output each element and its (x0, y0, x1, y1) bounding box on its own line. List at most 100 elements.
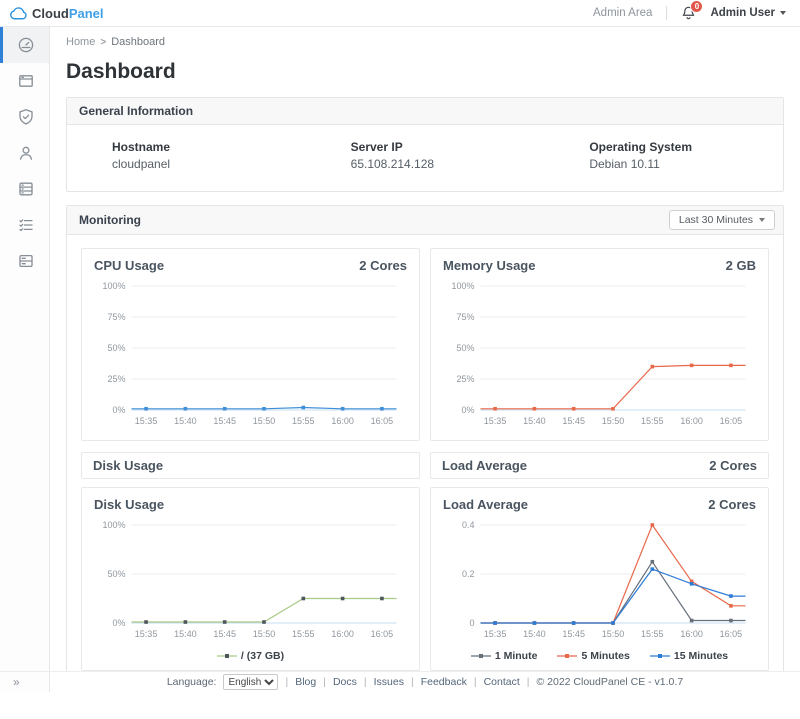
brand-logo[interactable]: CloudPanel (10, 6, 104, 21)
time-range-dropdown[interactable]: Last 30 Minutes (669, 210, 775, 230)
svg-text:15:40: 15:40 (523, 629, 546, 639)
svg-text:15:35: 15:35 (135, 416, 158, 426)
legend-label: 15 Minutes (674, 650, 728, 662)
brand-panel-text: Panel (69, 6, 104, 21)
user-icon (17, 144, 35, 162)
memory-size-label: 2 GB (726, 258, 756, 273)
legend-entry[interactable]: 5 Minutes (557, 650, 629, 662)
svg-text:0%: 0% (112, 405, 125, 415)
hostname-label: Hostname (112, 140, 306, 154)
chevron-down-icon (759, 218, 765, 222)
memory-chart-title: Memory Usage (443, 258, 535, 273)
user-menu-button[interactable]: Admin User (710, 7, 786, 19)
footer-separator: | (527, 676, 530, 688)
app-footer: Language: English | Blog | Docs | Issues | Feed… (50, 671, 800, 692)
sidebar-item-sites[interactable] (0, 63, 49, 99)
sidebar-collapse-button[interactable]: » (0, 671, 49, 692)
monitoring-card: Monitoring Last 30 Minutes CPU Usage 2 C… (66, 205, 784, 686)
load-average-card-header: Load Average 2 Cores (430, 452, 769, 479)
footer-link-blog[interactable]: Blog (295, 676, 316, 688)
svg-text:15:45: 15:45 (562, 629, 585, 639)
os-field: Operating System Debian 10.11 (544, 140, 783, 171)
footer-link-issues[interactable]: Issues (374, 676, 404, 688)
gauge-icon (17, 36, 35, 54)
legend-entry[interactable]: / (37 GB) (217, 650, 284, 662)
svg-text:15:55: 15:55 (641, 629, 664, 639)
disk-chart-legend: / (37 GB) (92, 650, 409, 662)
footer-separator: | (474, 676, 477, 688)
svg-text:15:35: 15:35 (484, 629, 507, 639)
load-average-line-chart: 00.20.415:3515:4015:4515:5015:5516:0016:… (441, 517, 758, 642)
disk-outer-title: Disk Usage (93, 458, 163, 473)
legend-label: / (37 GB) (241, 650, 284, 662)
svg-text:15:35: 15:35 (484, 416, 507, 426)
svg-text:16:00: 16:00 (680, 629, 703, 639)
legend-marker-icon (557, 652, 577, 660)
svg-text:0: 0 (469, 618, 474, 628)
svg-text:15:35: 15:35 (135, 629, 158, 639)
footer-links: |Blog|Docs|Issues|Feedback|Contact|© 202… (285, 676, 683, 688)
svg-text:15:40: 15:40 (174, 416, 197, 426)
svg-text:25%: 25% (107, 374, 125, 384)
legend-entry[interactable]: 15 Minutes (650, 650, 728, 662)
user-menu-label: Admin User (710, 7, 775, 19)
legend-marker-icon (650, 652, 670, 660)
cloud-logo-icon (10, 7, 27, 20)
time-range-label: Last 30 Minutes (679, 214, 753, 226)
svg-text:16:00: 16:00 (331, 629, 354, 639)
chevron-down-icon (780, 11, 786, 15)
footer-link-contact[interactable]: Contact (484, 676, 520, 688)
svg-text:100%: 100% (451, 281, 474, 291)
sidebar-item-dashboard[interactable] (0, 27, 49, 63)
window-icon (17, 72, 35, 90)
sidebar: » (0, 27, 50, 692)
load-average-chart-panel: Load Average 2 Cores 00.20.415:3515:4015… (430, 487, 769, 671)
os-value: Debian 10.11 (589, 157, 783, 171)
breadcrumb: Home > Dashboard (66, 36, 784, 48)
sidebar-item-server[interactable] (0, 243, 49, 279)
svg-text:0.4: 0.4 (462, 520, 475, 530)
sidebar-item-users[interactable] (0, 135, 49, 171)
legend-label: 1 Minute (495, 650, 538, 662)
svg-text:50%: 50% (107, 569, 125, 579)
svg-text:75%: 75% (107, 312, 125, 322)
footer-link-feedback[interactable]: Feedback (421, 676, 467, 688)
breadcrumb-home-link[interactable]: Home (66, 36, 95, 48)
os-label: Operating System (589, 140, 783, 154)
disk-usage-line-chart: 0%50%100%15:3515:4015:4515:5015:5516:001… (92, 517, 409, 642)
load-cores-label: 2 Cores (708, 497, 756, 512)
language-select[interactable]: English (223, 674, 278, 690)
sidebar-item-services[interactable] (0, 207, 49, 243)
main-content: Home > Dashboard Dashboard General Infor… (50, 27, 800, 686)
svg-text:100%: 100% (102, 520, 125, 530)
svg-text:50%: 50% (107, 343, 125, 353)
cpu-usage-line-chart: 0%25%50%75%100%15:3515:4015:4515:5015:55… (92, 278, 409, 429)
brand-cloud-text: Cloud (32, 6, 69, 21)
server-ip-value: 65.108.214.128 (351, 157, 545, 171)
disk-chart-title: Disk Usage (94, 497, 164, 512)
sidebar-item-databases[interactable] (0, 171, 49, 207)
svg-text:0%: 0% (461, 405, 474, 415)
svg-text:100%: 100% (102, 281, 125, 291)
legend-entry[interactable]: 1 Minute (471, 650, 538, 662)
disk-usage-chart-panel: Disk Usage 0%50%100%15:3515:4015:4515:50… (81, 487, 420, 671)
sidebar-item-security[interactable] (0, 99, 49, 135)
svg-text:15:45: 15:45 (213, 629, 236, 639)
legend-marker-icon (217, 652, 237, 660)
svg-text:50%: 50% (456, 343, 474, 353)
footer-link-docs[interactable]: Docs (333, 676, 357, 688)
svg-text:16:00: 16:00 (331, 416, 354, 426)
svg-text:15:50: 15:50 (602, 629, 625, 639)
footer-separator: | (411, 676, 414, 688)
admin-area-link[interactable]: Admin Area (593, 7, 652, 19)
breadcrumb-current: Dashboard (111, 36, 165, 48)
notifications-button[interactable]: 0 (681, 5, 696, 21)
footer-separator: | (323, 676, 326, 688)
svg-text:16:05: 16:05 (371, 416, 394, 426)
language-label: Language: (167, 676, 217, 688)
monitoring-title: Monitoring (79, 213, 141, 227)
svg-text:0.2: 0.2 (462, 569, 475, 579)
app-header: CloudPanel Admin Area 0 Admin User (0, 0, 800, 27)
page-title: Dashboard (66, 60, 784, 84)
disk-usage-card-header: Disk Usage (81, 452, 420, 479)
